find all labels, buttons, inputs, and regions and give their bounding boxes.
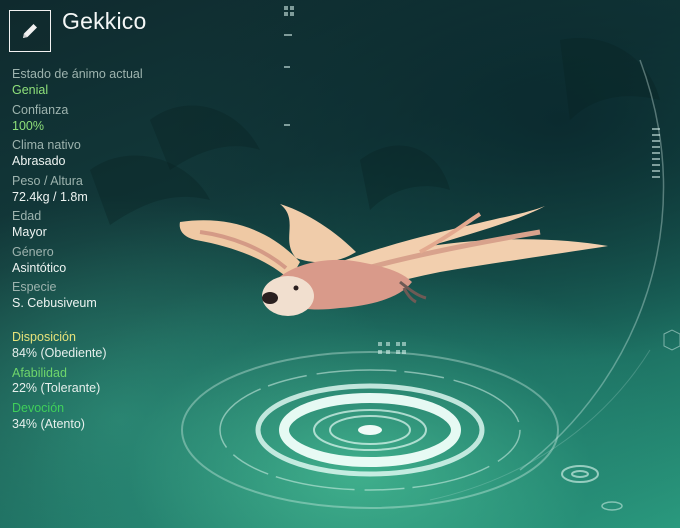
gender-value: Asintótico: [12, 261, 67, 275]
native-climate-label: Clima nativo: [12, 138, 81, 152]
species-value: S. Cebusiveum: [12, 296, 97, 310]
gender-label: Género: [12, 245, 54, 259]
age-label: Edad: [12, 209, 42, 223]
hud-arc: [519, 59, 665, 471]
friendliness-label: Afabilidad: [12, 366, 67, 380]
devotion-value: 34% (Atento): [12, 417, 85, 431]
age-value: Mayor: [12, 225, 47, 239]
species-label: Especie: [12, 280, 57, 294]
devotion-label: Devoción: [12, 401, 65, 415]
disposition-value: 84% (Obediente): [12, 346, 107, 360]
platform-core: [358, 425, 382, 435]
mood-value: Genial: [12, 83, 49, 97]
pencil-icon: [23, 24, 37, 38]
weight-height-value: 72.4kg / 1.8m: [12, 190, 88, 204]
native-climate-value: Abrasado: [12, 154, 66, 168]
mood-label: Estado de ánimo actual: [12, 67, 143, 81]
creature-name: Gekkico: [62, 8, 147, 34]
weight-height-label: Peso / Altura: [12, 174, 83, 188]
trust-value: 100%: [12, 119, 44, 133]
disposition-label: Disposición: [12, 330, 76, 344]
edit-name-button[interactable]: [9, 10, 51, 52]
creature-info-panel: Gekkico Estado de ánimo actual Genial Co…: [0, 0, 260, 528]
trust-label: Confianza: [12, 103, 69, 117]
hud-hexagon: [663, 329, 680, 351]
friendliness-value: 22% (Tolerante): [12, 381, 101, 395]
